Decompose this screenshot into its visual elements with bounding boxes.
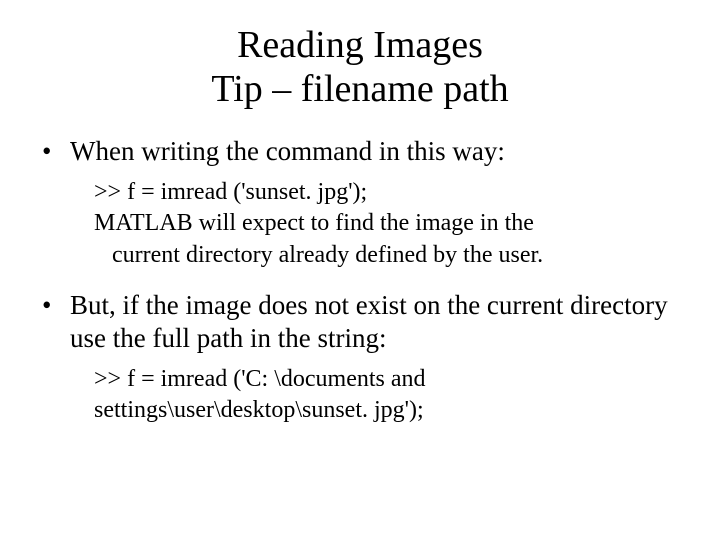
explain-line: MATLAB will expect to find the image in … <box>94 208 680 239</box>
title-line-2: Tip – filename path <box>211 68 508 110</box>
bullet-marker: • <box>40 289 70 357</box>
title-line-1: Reading Images <box>237 24 483 66</box>
bullet-text: When writing the command in this way: <box>70 135 680 169</box>
bullet-text: But, if the image does not exist on the … <box>70 289 680 357</box>
bullet-item: • When writing the command in this way: <box>40 135 680 169</box>
code-line: >> f = imread ('C: \documents and settin… <box>94 364 680 426</box>
code-line: >> f = imread ('sunset. jpg'); <box>94 177 680 208</box>
bullet-marker: • <box>40 135 70 169</box>
sub-content: >> f = imread ('C: \documents and settin… <box>92 364 680 426</box>
explain-line: current directory already defined by the… <box>94 240 680 271</box>
bullet-item: • But, if the image does not exist on th… <box>40 289 680 357</box>
slide-title: Reading Images Tip – filename path <box>40 24 680 111</box>
sub-content: >> f = imread ('sunset. jpg'); MATLAB wi… <box>92 177 680 271</box>
